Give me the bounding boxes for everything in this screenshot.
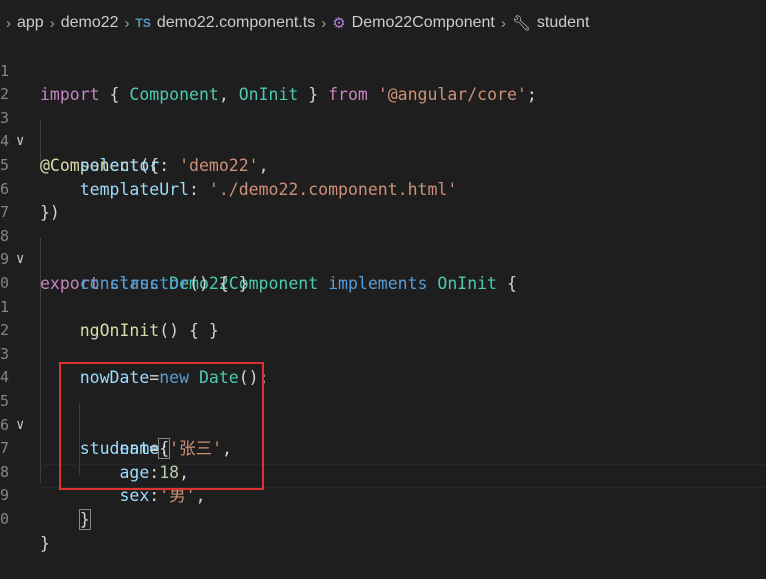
breadcrumb-item-file[interactable]: TS demo22.component.ts — [136, 14, 316, 32]
code-line: 4 selector: 'demo22', — [0, 132, 269, 175]
breadcrumb-item-app[interactable]: › app — [0, 14, 44, 32]
code-line: 9 constructor() { } — [0, 250, 249, 293]
class-symbol-icon: ⚙ — [332, 15, 346, 32]
breadcrumb-item-property[interactable]: 🔧︎ student — [512, 14, 590, 32]
code-line: 6 }) — [0, 179, 60, 223]
property-wrench-icon: 🔧︎ — [511, 15, 531, 32]
chevron-right-icon: › — [500, 14, 506, 32]
code-line: 2 — [0, 296, 766, 339]
code-line: 2 — [0, 60, 766, 103]
chevron-right-icon: › — [49, 14, 55, 32]
code-line: 3 nowDate=new Date(); — [0, 344, 269, 388]
breadcrumb-item-class[interactable]: ⚙ Demo22Component — [332, 14, 495, 32]
typescript-file-icon: TS — [135, 16, 151, 30]
chevron-right-icon: › — [6, 14, 11, 32]
code-line: 7 — [0, 178, 766, 221]
chevron-right-icon: › — [321, 14, 327, 32]
chevron-right-icon: › — [124, 14, 130, 32]
code-line: 3 ∨ @Component({ — [0, 108, 160, 175]
code-line: 8 ∨ export class Demo22Component impleme… — [0, 226, 517, 293]
line-number: 0 — [0, 509, 10, 528]
code-line: 0 — [0, 248, 766, 292]
code-line: 1 ngOnInit() { } — [0, 297, 219, 341]
annotation-highlight-box — [59, 362, 264, 490]
code-line: 5 templateUrl: './demo22.component.html' — [0, 155, 458, 199]
code-line: 1 import { Component, OnInit } from '@an… — [0, 61, 537, 105]
breadcrumb-item-demo22[interactable]: demo22 — [61, 14, 119, 32]
